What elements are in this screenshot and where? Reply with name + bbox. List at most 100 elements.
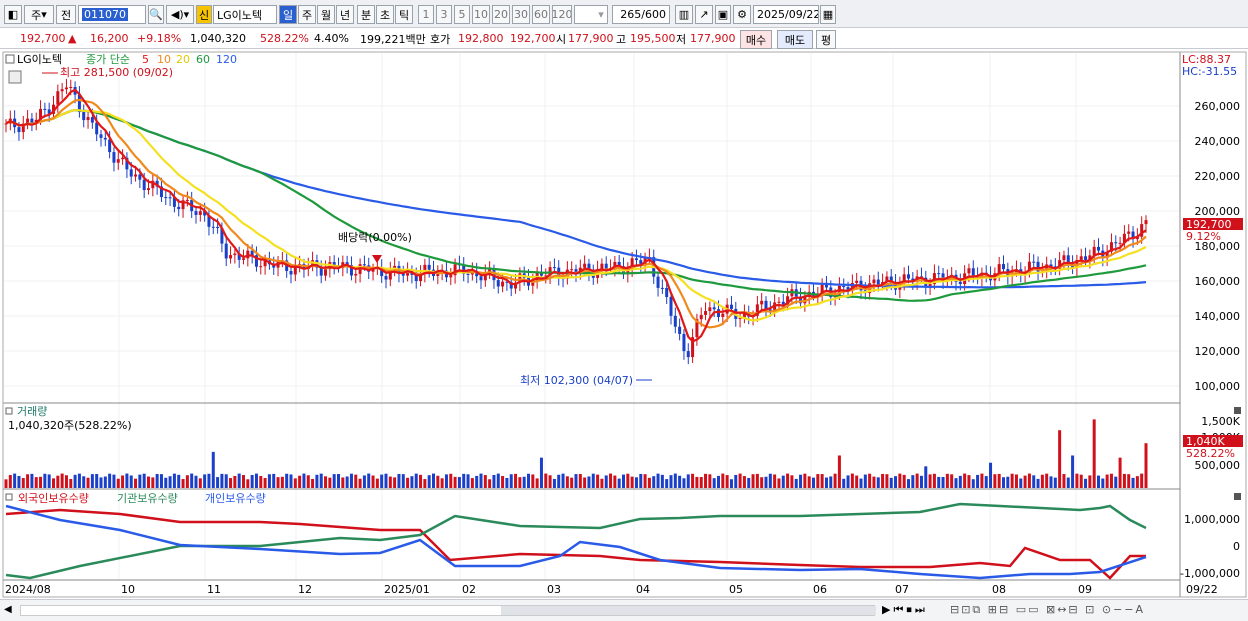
candle-body — [708, 307, 712, 312]
volume-bar — [69, 478, 73, 488]
tab-year[interactable]: 년 — [336, 5, 354, 24]
stock-name-field[interactable]: LG이노텍 — [213, 5, 277, 24]
candle-body — [1127, 231, 1131, 234]
count-field[interactable]: 265/600 — [612, 5, 670, 24]
volume-bar — [846, 475, 850, 488]
buy-button[interactable]: 매수 — [740, 30, 772, 49]
interval-30[interactable]: 30 — [512, 5, 530, 24]
candle-body — [147, 188, 150, 191]
volume-bar — [60, 473, 64, 488]
volume-bar — [4, 479, 8, 488]
volume-bar — [691, 473, 695, 488]
sell-button[interactable]: 매도 — [777, 30, 813, 49]
volume-bar — [742, 476, 746, 488]
volume-bar — [699, 477, 703, 488]
interval-20[interactable]: 20 — [492, 5, 510, 24]
draw-tool-icon[interactable]: ↗ — [695, 5, 713, 24]
volume-bar — [993, 474, 997, 488]
candle-body — [466, 273, 470, 275]
calendar-icon[interactable]: ▦ — [820, 5, 836, 24]
new-badge: 신 — [196, 5, 212, 24]
volume-bar — [354, 474, 358, 488]
volume-panel-title: 거래량 — [17, 405, 47, 418]
low-label: 저 — [676, 32, 687, 46]
candle-body — [224, 243, 228, 259]
playback-controls-icon[interactable]: ▶⏮⏹⏭ — [882, 603, 928, 617]
scroll-thumb[interactable] — [501, 606, 876, 615]
interval-dropdown-icon[interactable]: ▾ — [594, 5, 608, 24]
volume-bar — [1135, 476, 1139, 488]
date-input[interactable]: 2025/09/22 — [753, 5, 819, 24]
volume-bar — [73, 474, 77, 488]
holdings-tick-label: 1,000,000 — [1184, 513, 1240, 526]
volume-bar — [755, 473, 759, 488]
volume-bar — [673, 473, 677, 488]
scroll-track[interactable] — [20, 605, 876, 616]
volume-bar — [941, 477, 945, 488]
price-tick-label: 200,000 — [1195, 205, 1241, 218]
scroll-bar[interactable]: ◀ ▶⏮⏹⏭ ⊟⊡⧉ ⊞⊟ ▭▭ ⊠↔⊟ ⊡ ⊙−−A — [0, 599, 1248, 621]
save-icon[interactable]: ▣ — [715, 5, 731, 24]
volume-bar — [989, 462, 993, 488]
candle-body — [129, 169, 133, 177]
interval-60[interactable]: 60 — [532, 5, 550, 24]
volume-bar — [82, 476, 86, 488]
volume-bar — [976, 474, 980, 488]
candle-body — [872, 279, 876, 284]
tab-day[interactable]: 일 — [279, 5, 297, 24]
candle-body — [242, 258, 245, 260]
tab-week[interactable]: 주 — [298, 5, 316, 24]
volume-bar — [816, 474, 820, 488]
x-tick-label: 12 — [298, 583, 312, 596]
candle-body — [876, 279, 880, 285]
volume-bar — [1118, 457, 1122, 488]
stock-chart[interactable]: 260,000240,000220,000200,000180,000160,0… — [0, 50, 1248, 621]
scroll-left-icon[interactable]: ◀ — [4, 604, 12, 615]
candle-body — [682, 333, 686, 352]
tab-month[interactable]: 월 — [317, 5, 335, 24]
candle-type-icon[interactable]: ▥ — [675, 5, 693, 24]
price-tick-label: 160,000 — [1195, 275, 1241, 288]
eval-button[interactable]: 평 — [816, 30, 836, 49]
volume-bar — [315, 474, 319, 488]
search-icon[interactable]: 🔍 — [148, 5, 164, 24]
volume-bar — [129, 475, 133, 488]
interval-10[interactable]: 10 — [472, 5, 490, 24]
volume-bar — [980, 473, 984, 488]
ma10-label: 10 — [157, 53, 171, 66]
settings-gear-icon[interactable]: ⚙ — [733, 5, 751, 24]
volume-bar — [833, 473, 837, 488]
volume-bar — [660, 474, 664, 488]
chart-menu-icon[interactable]: ◧ — [4, 5, 22, 24]
x-tick-label: 11 — [207, 583, 221, 596]
hoga-label: 호가 — [430, 32, 451, 46]
stock-code-input[interactable]: 011070 — [78, 5, 146, 24]
volume-bar — [583, 477, 587, 488]
volume-bar — [1071, 455, 1075, 488]
table-view-icon[interactable] — [8, 70, 22, 84]
interval-1[interactable]: 1 — [418, 5, 434, 24]
speaker-icon[interactable]: ◀)▾ — [166, 5, 194, 24]
interval-3[interactable]: 3 — [436, 5, 452, 24]
tab-second[interactable]: 초 — [376, 5, 394, 24]
interval-120[interactable]: 120 — [552, 5, 572, 24]
count-value: 265 — [620, 8, 642, 21]
holdings-panel-close-icon[interactable] — [1234, 493, 1241, 500]
interval-5[interactable]: 5 — [454, 5, 470, 24]
volume-panel-close-icon[interactable] — [1234, 407, 1241, 414]
volume-bar — [95, 473, 99, 488]
volume-bar — [686, 474, 690, 488]
volume-bar — [1127, 474, 1131, 488]
volume-bar — [349, 473, 353, 488]
candle-body — [30, 118, 34, 123]
candle-body — [665, 287, 669, 298]
prev-button[interactable]: 전 — [56, 5, 76, 24]
zoom-tools-icon[interactable]: ⊟⊡⧉ ⊞⊟ ▭▭ ⊠↔⊟ ⊡ ⊙−−A — [950, 603, 1145, 617]
period-select[interactable]: 주 ▾ — [24, 5, 54, 24]
tab-tick[interactable]: 틱 — [395, 5, 413, 24]
candle-body — [1032, 261, 1036, 263]
volume-bar — [527, 473, 530, 488]
volume-bar — [393, 477, 397, 488]
candle-body — [319, 267, 323, 276]
tab-minute[interactable]: 분 — [357, 5, 375, 24]
